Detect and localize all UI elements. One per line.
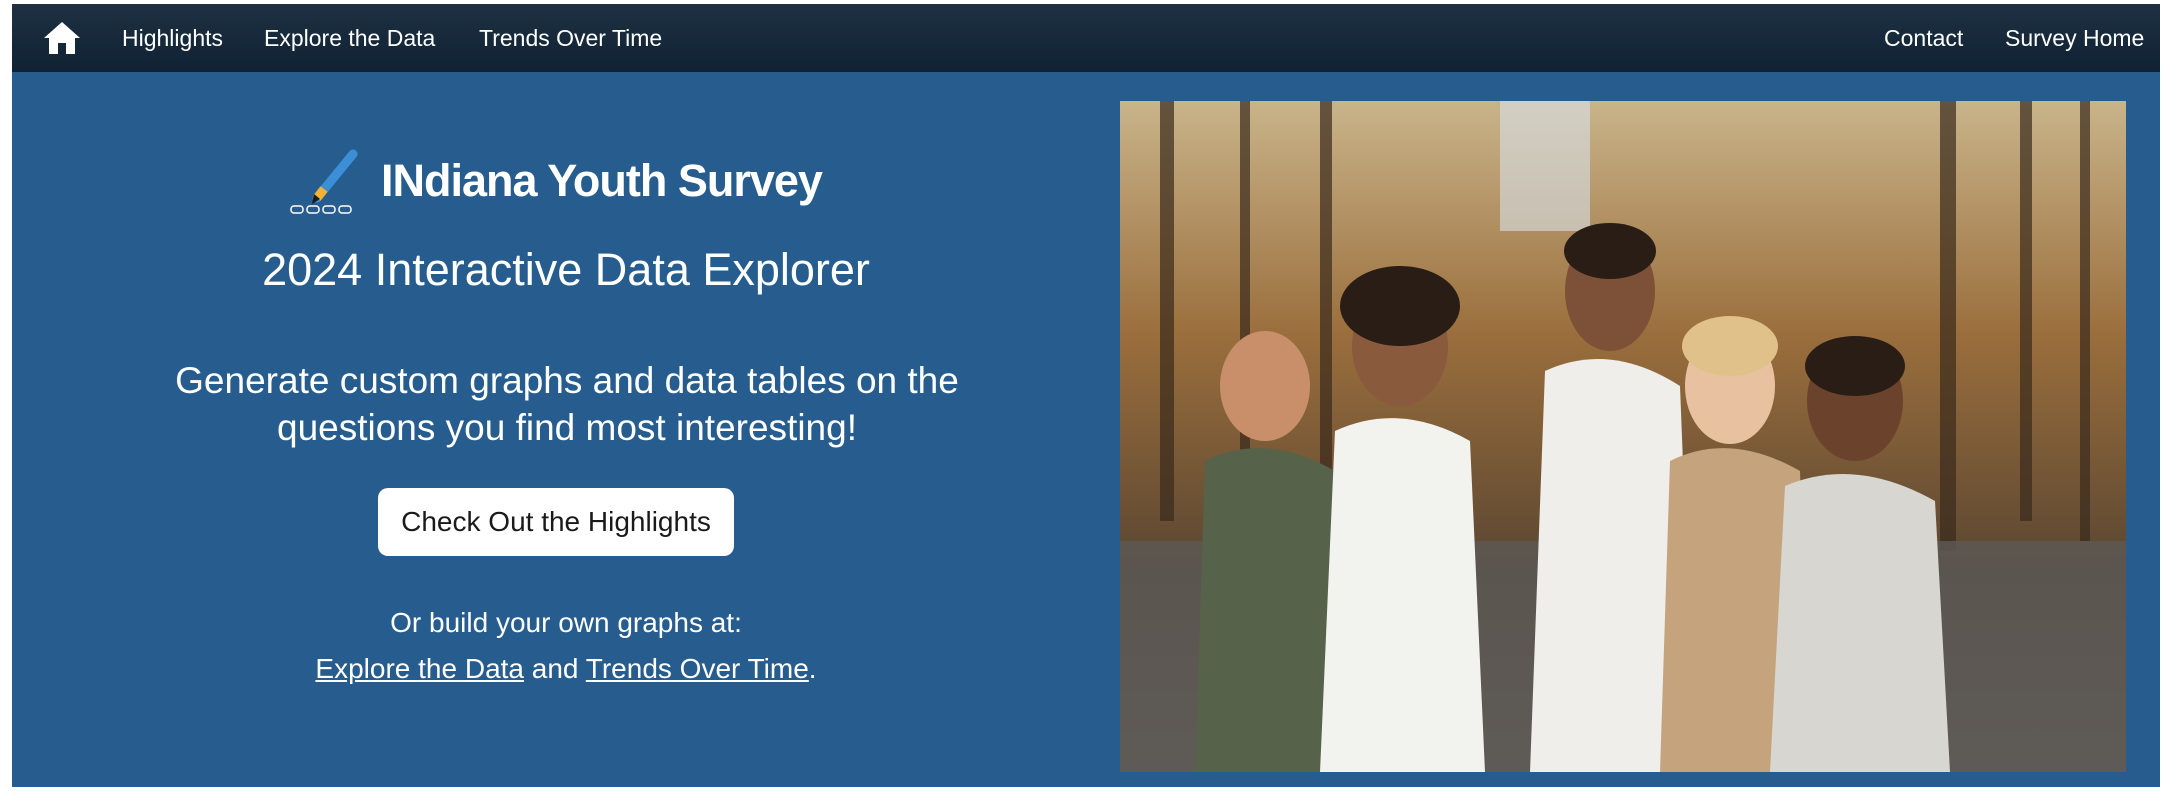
top-navbar: Highlights Explore the Data Trends Over … <box>12 4 2160 72</box>
trends-over-time-link[interactable]: Trends Over Time <box>586 653 809 684</box>
logo-text: INdiana Youth Survey <box>381 155 823 206</box>
nav-explore-the-data[interactable]: Explore the Data <box>264 4 435 72</box>
home-icon <box>44 22 80 54</box>
nav-highlights[interactable]: Highlights <box>122 4 223 72</box>
explore-the-data-link[interactable]: Explore the Data <box>315 653 524 684</box>
page-subtitle: 2024 Interactive Data Explorer <box>262 244 870 295</box>
build-prefix: Or build your own graphs at: <box>390 607 742 638</box>
nav-contact[interactable]: Contact <box>1884 4 1963 72</box>
nav-trends-over-time[interactable]: Trends Over Time <box>479 4 662 72</box>
build-links-line: Explore the Data and Trends Over Time. <box>12 646 1120 692</box>
survey-logo: INdiana Youth Survey <box>287 146 823 216</box>
build-graphs-text: Or build your own graphs at: Explore the… <box>12 600 1120 692</box>
check-out-highlights-button[interactable]: Check Out the Highlights <box>378 488 734 556</box>
hero-tagline: Generate custom graphs and data tables o… <box>175 360 959 448</box>
pencil-survey-icon <box>290 149 358 214</box>
nav-survey-home[interactable]: Survey Home <box>2005 4 2144 72</box>
home-link[interactable] <box>42 18 82 58</box>
build-period: . <box>808 653 817 684</box>
page-frame: Highlights Explore the Data Trends Over … <box>12 4 2160 787</box>
build-and-text: and <box>524 653 586 684</box>
hero-photo <box>1120 101 2126 772</box>
hero-section: INdiana Youth Survey 2024 Interactive Da… <box>12 72 1120 787</box>
